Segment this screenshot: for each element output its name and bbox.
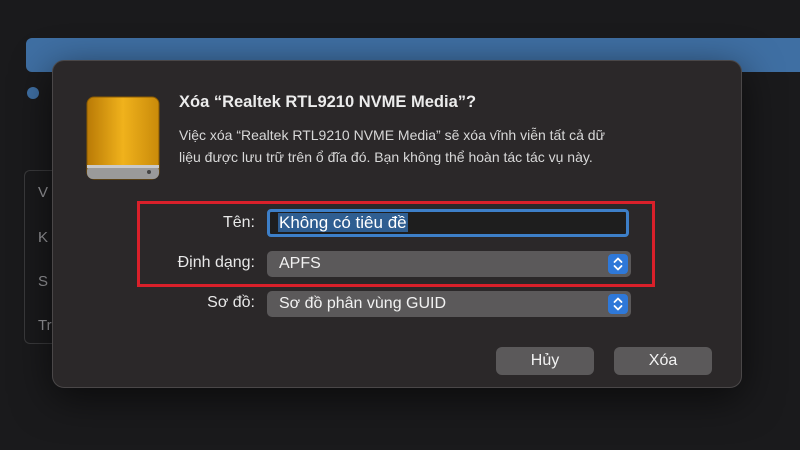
background-label: S: [38, 273, 49, 290]
background-label: Tr: [38, 317, 52, 334]
dialog-message: Việc xóa “Realtek RTL9210 NVME Media” sẽ…: [179, 124, 709, 168]
background-label: V: [38, 184, 49, 201]
erase-button[interactable]: Xóa: [614, 347, 712, 375]
message-line: Việc xóa “Realtek RTL9210 NVME Media” sẽ…: [179, 127, 605, 143]
dialog-title: Xóa “Realtek RTL9210 NVME Media”?: [179, 93, 477, 111]
chevron-up-down-icon: [608, 294, 628, 314]
cancel-button[interactable]: Hủy: [496, 347, 594, 375]
scheme-label: Sơ đồ:: [207, 294, 255, 311]
scheme-popup[interactable]: Sơ đồ phân vùng GUID: [267, 291, 631, 317]
background-label: K: [38, 229, 49, 246]
scheme-popup-value: Sơ đồ phân vùng GUID: [279, 295, 447, 312]
external-drive-icon: [86, 96, 160, 180]
background-radio: [27, 87, 39, 99]
message-line: liệu được lưu trữ trên ổ đĩa đó. Bạn khô…: [179, 149, 593, 165]
highlight-annotation-box: [137, 201, 655, 287]
erase-dialog: Xóa “Realtek RTL9210 NVME Media”? Việc x…: [52, 60, 742, 388]
